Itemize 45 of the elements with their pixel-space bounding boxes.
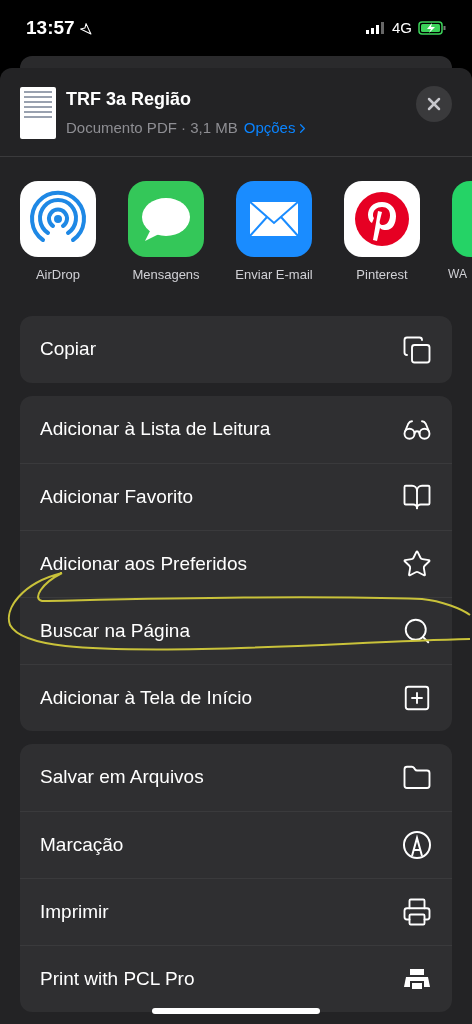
share-app-button[interactable]: Mensagens [128,180,204,284]
network-label: 4G [392,17,412,38]
share-app-button[interactable]: Pinterest [344,180,420,284]
action-label: Salvar em Arquivos [40,765,204,790]
action-label: Marcação [40,832,124,857]
action-label: Adicionar à Lista de Leitura [40,417,271,442]
action-row[interactable]: Salvar em Arquivos [20,744,452,811]
clock-time: 13:57 [26,15,75,40]
action-row[interactable]: Copiar [20,316,452,383]
action-row[interactable]: Adicionar à Tela de Início [20,664,452,731]
action-row[interactable]: Adicionar à Lista de Leitura [20,396,452,463]
share-app-button[interactable]: AirDrop [20,180,96,284]
action-label: Adicionar Favorito [40,484,194,509]
action-label: Imprimir [40,899,109,924]
action-label: Print with PCL Pro [40,966,195,991]
document-info: Documento PDF · 3,1 MB [66,118,238,138]
action-row[interactable]: Adicionar aos Preferidos [20,530,452,597]
envelope-icon [236,180,312,257]
close-button[interactable] [416,86,452,122]
star-icon [402,549,432,579]
share-app-button[interactable]: Enviar E-mail [236,180,312,284]
action-label: Adicionar aos Preferidos [40,551,247,576]
options-link[interactable]: Opções [243,117,311,140]
action-row[interactable]: Marcação [20,811,452,878]
action-row[interactable]: Buscar na Página [20,597,452,664]
action-label: Adicionar à Tela de Início [40,685,252,710]
printer-icon [402,897,432,927]
action-label: Buscar na Página [40,618,190,643]
copy-icon [402,334,432,365]
action-row[interactable]: Imprimir [20,878,452,945]
signal-icon [366,22,386,34]
airdrop-icon [20,180,96,257]
search-icon [402,616,432,646]
document-title: TRF 3a Região [66,88,193,111]
pen-circle-icon [402,830,432,860]
book-icon [402,482,432,512]
speech-bubble-icon [128,180,204,257]
battery-charging-icon [418,21,446,35]
plus-square-icon [402,683,432,713]
app-icon [452,180,472,257]
action-row[interactable]: Adicionar Favorito [20,463,452,530]
location-arrow-icon [78,21,92,35]
pin-logo-icon [344,180,420,257]
document-thumbnail [20,86,56,139]
action-label: Copiar [40,337,96,362]
